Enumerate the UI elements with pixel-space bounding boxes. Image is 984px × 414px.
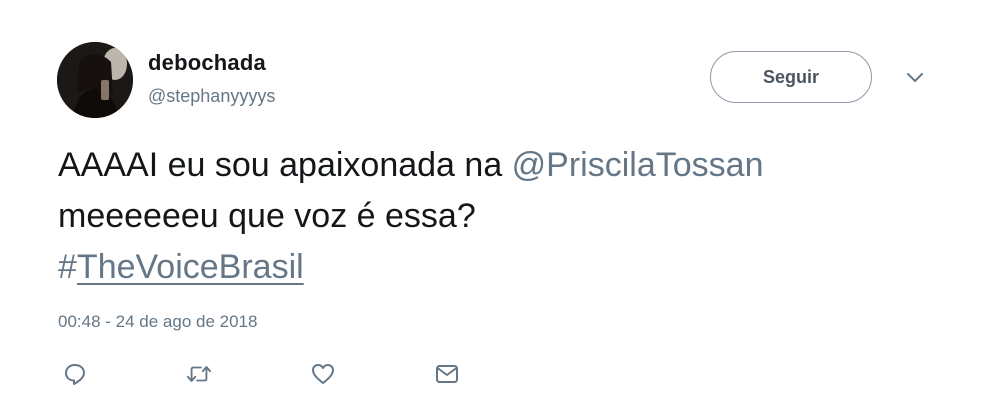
tweet-text: AAAAI eu sou apaixonada na @PriscilaToss… — [58, 140, 958, 293]
tweet-card: debochada @stephanyyyys Seguir AAAAI eu … — [0, 0, 984, 414]
avatar[interactable] — [57, 42, 133, 118]
reply-icon[interactable] — [62, 361, 88, 387]
mention-link[interactable]: @PriscilaTossan — [512, 146, 764, 184]
envelope-icon[interactable] — [434, 361, 460, 387]
tweet-text-start: AAAAI eu sou apaixonada na — [58, 146, 512, 184]
heart-icon[interactable] — [310, 361, 336, 387]
display-name[interactable]: debochada — [148, 50, 266, 76]
retweet-icon[interactable] — [186, 361, 212, 387]
hashtag-symbol: # — [58, 248, 77, 286]
hashtag-text[interactable]: TheVoiceBrasil — [77, 248, 304, 286]
timestamp[interactable]: 00:48 - 24 de ago de 2018 — [58, 312, 257, 332]
tweet-line-2: meeeeeeu que voz é essa? — [58, 197, 476, 235]
user-handle[interactable]: @stephanyyyys — [148, 86, 275, 107]
chevron-down-icon[interactable] — [903, 66, 927, 90]
follow-button[interactable]: Seguir — [710, 51, 872, 103]
hashtag-link[interactable]: #TheVoiceBrasil — [58, 242, 958, 293]
tweet-line-1: AAAAI eu sou apaixonada na @PriscilaToss… — [58, 140, 958, 191]
